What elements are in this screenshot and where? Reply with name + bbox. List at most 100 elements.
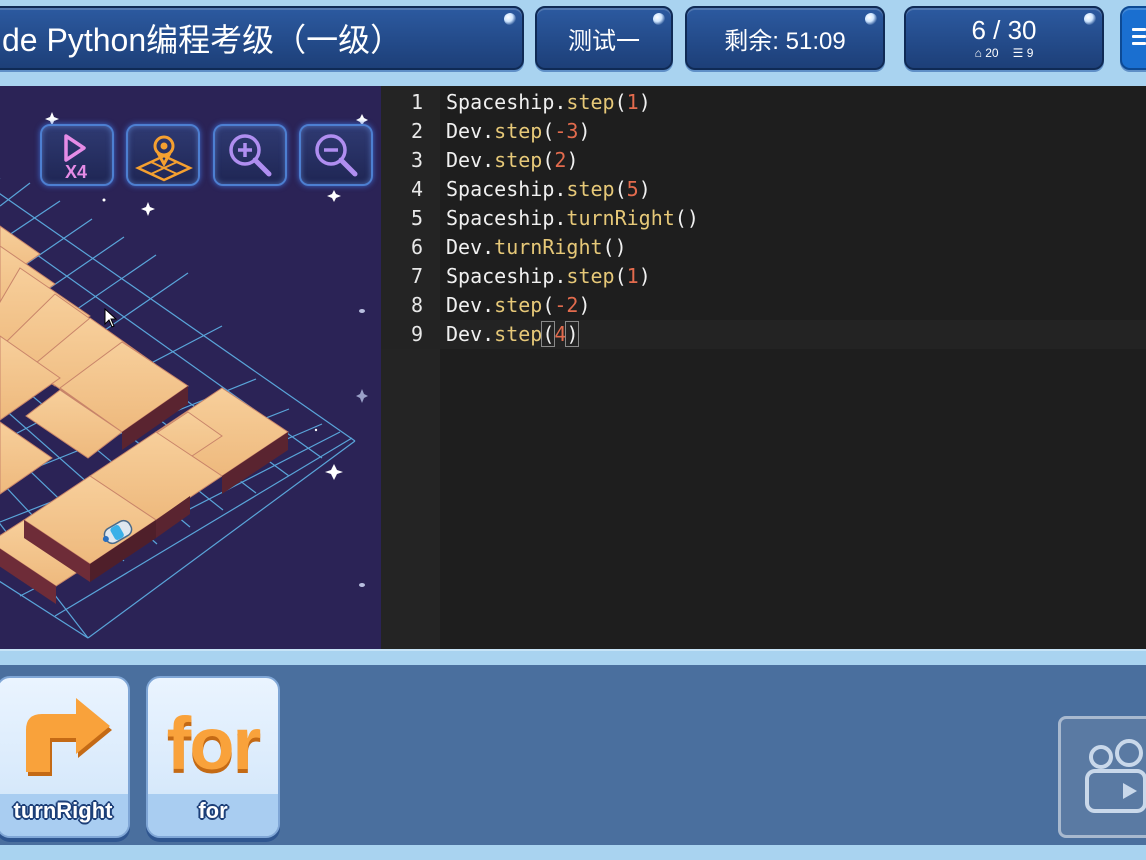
mouse-cursor-icon [104, 308, 118, 328]
open-paren: ( [541, 321, 556, 347]
code-line[interactable]: 3 Dev.step(2) [381, 146, 1146, 175]
argument-value: 1 [626, 90, 639, 114]
close-paren: ) [578, 119, 591, 143]
close-paren: ) [566, 148, 579, 172]
object-name: Dev [446, 148, 483, 172]
object-name: Spaceship [446, 90, 555, 114]
line-number: 8 [410, 293, 423, 317]
code-text: Dev.step(-2) [446, 291, 591, 320]
shine-decoration [504, 13, 516, 25]
argument-value: 5 [626, 177, 639, 201]
object-name: Spaceship [446, 177, 555, 201]
object-name: Dev [446, 293, 483, 317]
line-number: 1 [410, 90, 423, 114]
speed-x4-icon: X4 [64, 134, 87, 182]
close-paren: ) [614, 235, 627, 259]
line-number: 9 [410, 322, 423, 346]
code-line[interactable]: 9 Dev.step(4) [381, 320, 1146, 349]
code-line[interactable]: 2 Dev.step(-3) [381, 117, 1146, 146]
method-name: step [494, 322, 543, 346]
menu-button[interactable] [1120, 6, 1146, 70]
game-scene[interactable]: X4 [0, 86, 381, 649]
locate-map-icon [135, 135, 193, 182]
flask-icon: ⌂ [974, 46, 982, 60]
timer-label: 剩余: 51:09 [724, 27, 846, 55]
open-paren: ( [614, 90, 627, 114]
code-text: Dev.step(4) [446, 320, 580, 349]
turn-right-arrow-icon [26, 698, 112, 776]
argument-value: 1 [626, 264, 639, 288]
shine-decoration [653, 13, 665, 25]
video-tutorial-button[interactable] [1058, 716, 1146, 838]
object-name: Dev [446, 322, 483, 346]
course-title-panel: de Python编程考级（一级） [0, 6, 524, 70]
dot-token: . [554, 264, 567, 288]
code-text: Spaceship.step(1) [446, 262, 651, 291]
argument-value: -2 [554, 293, 579, 317]
zoom-in-icon [229, 134, 272, 177]
zoom-out-icon [315, 134, 358, 177]
code-line[interactable]: 5 Spaceship.turnRight() [381, 204, 1146, 233]
floor-tiles [0, 225, 289, 604]
open-paren: ( [542, 148, 555, 172]
speed-x4-button[interactable]: X4 [40, 124, 114, 186]
method-name: step [566, 264, 615, 288]
panel-divider [0, 649, 1146, 665]
code-text: Spaceship.step(5) [446, 175, 651, 204]
close-paren: ) [565, 321, 580, 347]
open-paren: ( [542, 293, 555, 317]
object-name: Dev [446, 235, 483, 259]
close-paren: ) [638, 177, 651, 201]
object-name: Spaceship [446, 264, 555, 288]
list-count: 9 [1026, 46, 1034, 60]
code-line[interactable]: 6 Dev.turnRight() [381, 233, 1146, 262]
line-number: 5 [410, 206, 423, 230]
code-editor[interactable]: 1 Spaceship.step(1) 2 Dev.step(-3) 3 Dev.step… [381, 86, 1146, 649]
close-paren: ) [638, 90, 651, 114]
test-button[interactable]: 测试一 [535, 6, 673, 70]
code-text: Spaceship.turnRight() [446, 204, 699, 233]
course-title: de Python编程考级（一级） [2, 22, 403, 58]
question-progress: 6 / 30 [971, 15, 1037, 45]
method-name: step [494, 293, 543, 317]
code-line[interactable]: 7 Spaceship.step(1) [381, 262, 1146, 291]
shine-decoration [1084, 13, 1096, 25]
dot-token: . [482, 119, 495, 143]
code-text: Dev.step(-3) [446, 117, 591, 146]
close-paren: ) [578, 293, 591, 317]
turnright-command-card[interactable]: turnRight [0, 676, 130, 838]
dot-token: . [482, 148, 495, 172]
video-camera-icon [1085, 739, 1146, 813]
dot-token: . [482, 235, 495, 259]
code-text: Dev.step(2) [446, 146, 578, 175]
list-stat: ☰ 9 [1013, 46, 1034, 60]
menu-icon [1132, 28, 1146, 49]
flask-stat: ⌂ 20 [975, 46, 999, 60]
line-number: 3 [410, 148, 423, 172]
open-paren: ( [602, 235, 615, 259]
top-bar: de Python编程考级（一级） 测试一 剩余: 51:09 6 / 30 ⌂… [0, 0, 1146, 86]
dot-token: . [482, 293, 495, 317]
test-label: 测试一 [568, 27, 640, 55]
line-number: 2 [410, 119, 423, 143]
argument-value: 4 [554, 322, 567, 346]
zoom-out-button[interactable] [299, 124, 373, 186]
flask-count: 20 [985, 46, 999, 60]
close-paren: ) [638, 264, 651, 288]
shine-decoration [865, 13, 877, 25]
progress-panel[interactable]: 6 / 30 ⌂ 20 ☰ 9 [904, 6, 1104, 70]
open-paren: ( [614, 177, 627, 201]
turnright-label: turnRight [13, 798, 113, 823]
code-text: Dev.turnRight() [446, 233, 627, 262]
code-line[interactable]: 4 Spaceship.step(5) [381, 175, 1146, 204]
object-name: Spaceship [446, 206, 555, 230]
code-line[interactable]: 8 Dev.step(-2) [381, 291, 1146, 320]
speed-label: X4 [65, 162, 87, 182]
timer-panel: 剩余: 51:09 [685, 6, 885, 70]
close-paren: ) [686, 206, 699, 230]
for-command-card[interactable]: for for [146, 676, 280, 838]
method-name: step [494, 119, 543, 143]
locate-map-button[interactable] [126, 124, 200, 186]
code-line[interactable]: 1 Spaceship.step(1) [381, 88, 1146, 117]
zoom-in-button[interactable] [213, 124, 287, 186]
